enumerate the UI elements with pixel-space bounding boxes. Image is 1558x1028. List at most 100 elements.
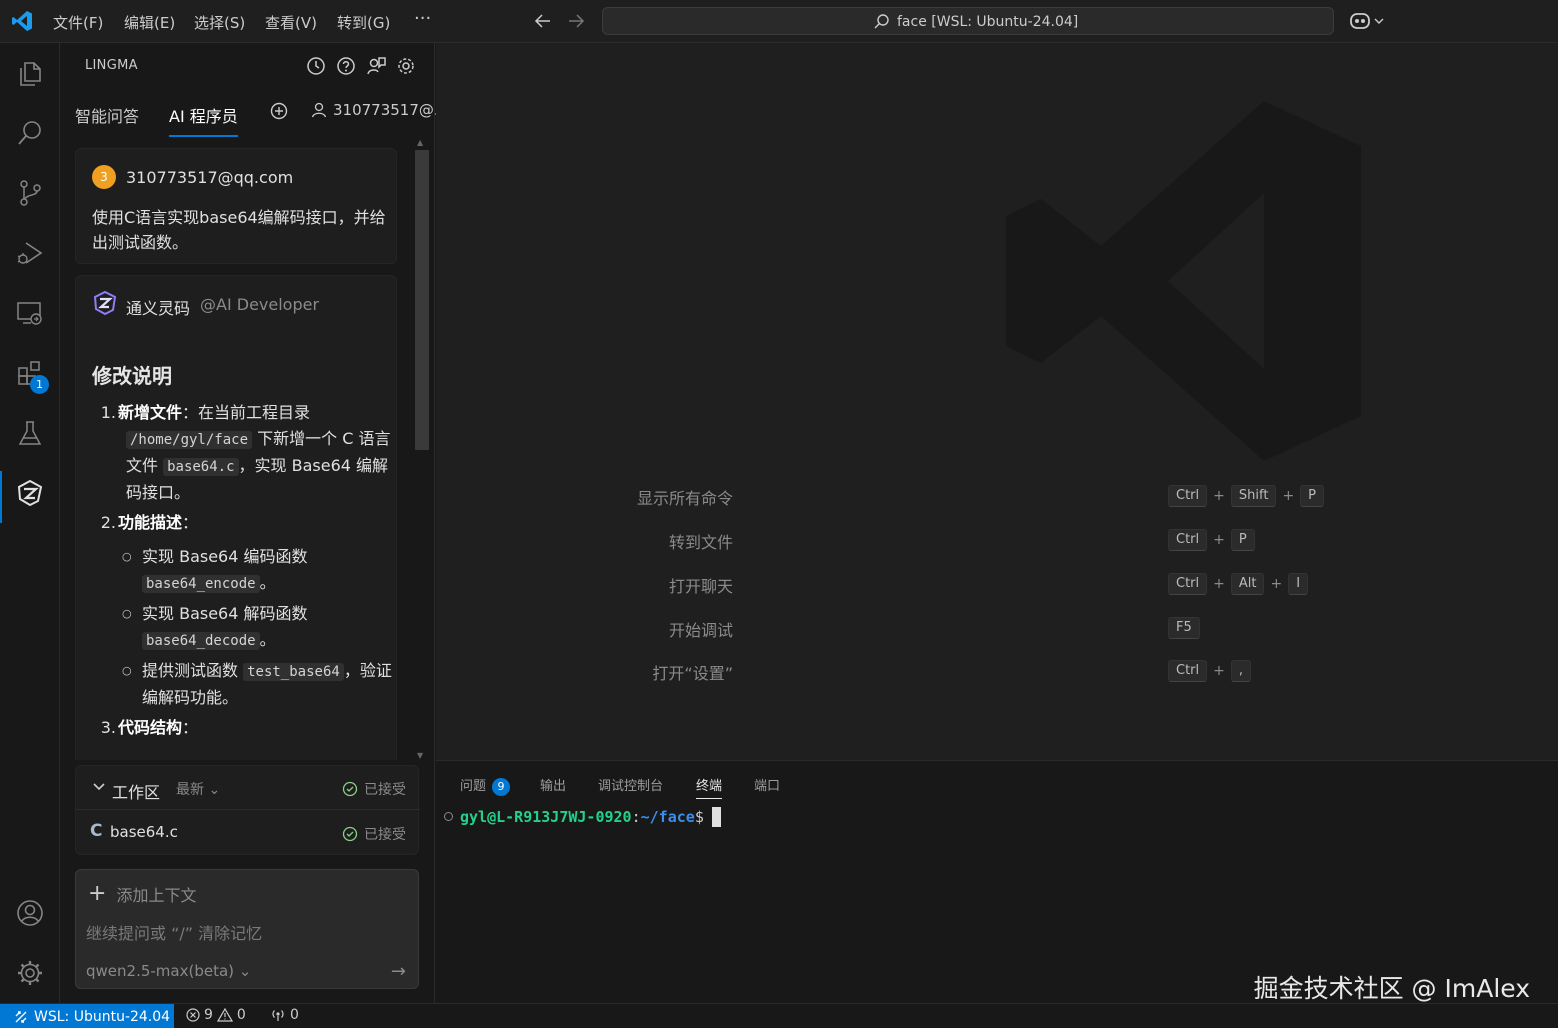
- panel-tab-problems[interactable]: 问题 9: [460, 775, 511, 796]
- vscode-watermark-icon: [1006, 101, 1361, 461]
- explorer-button[interactable]: [0, 46, 60, 102]
- panel-tab-output[interactable]: 输出: [540, 775, 566, 794]
- list-item-text: ：: [182, 718, 199, 737]
- inline-code-function: test_base64: [243, 663, 344, 681]
- status-ports[interactable]: 0: [270, 1007, 299, 1023]
- panel-tab-ports[interactable]: 端口: [754, 775, 780, 794]
- menu-go[interactable]: 转到(G): [337, 12, 390, 33]
- key-plus: +: [1213, 576, 1225, 592]
- history-icon[interactable]: [305, 55, 327, 77]
- send-arrow-icon[interactable]: →: [391, 961, 406, 982]
- keycap: Ctrl: [1168, 660, 1208, 682]
- help-icon[interactable]: [335, 55, 357, 77]
- scroll-up-icon[interactable]: ▲: [417, 138, 423, 147]
- run-debug-icon: [17, 242, 43, 264]
- shortcut-row[interactable]: 开始调试 F5: [436, 617, 1200, 640]
- remote-explorer-icon: [17, 302, 42, 325]
- remote-indicator[interactable]: WSL: Ubuntu-24.04: [0, 1004, 174, 1028]
- key-plus: +: [1282, 488, 1295, 504]
- menu-view[interactable]: 查看(V): [265, 12, 317, 33]
- tab-ai-programmer[interactable]: AI 程序员: [169, 103, 238, 137]
- forward-arrow-icon[interactable]: [565, 9, 587, 33]
- list-item-title: 代码结构: [118, 718, 183, 737]
- key-plus: +: [1213, 532, 1225, 548]
- workspace-header[interactable]: 工作区 最新 ⌄ 已接受: [76, 766, 420, 810]
- tab-label: 问题: [460, 779, 487, 794]
- terminal-decoration-icon: [444, 812, 453, 821]
- list-number: 1.: [100, 403, 116, 422]
- accounts-button[interactable]: [0, 885, 60, 941]
- shortcut-keys: Ctrl + Shift + P: [1168, 485, 1325, 507]
- sub-item-text: 实现 Base64 解码函数: [142, 604, 308, 623]
- tab-smart-qa[interactable]: 智能问答: [75, 103, 139, 135]
- panel-tab-terminal[interactable]: 终端: [696, 775, 723, 799]
- sub-item-text: 实现 Base64 编码函数: [142, 547, 308, 566]
- copilot-icon[interactable]: [1348, 10, 1388, 32]
- sub-list-item: 实现 Base64 解码函数 base64_decode。: [92, 601, 392, 654]
- source-control-icon: [20, 180, 41, 206]
- account-icon: [17, 900, 43, 926]
- keycap: F5: [1168, 617, 1200, 639]
- shortcut-row[interactable]: 打开聊天 Ctrl + Alt + I: [436, 573, 1309, 596]
- terminal-cursor: [711, 807, 721, 827]
- sub-item-end: 。: [259, 573, 276, 592]
- keycap: Ctrl: [1168, 485, 1208, 507]
- extensions-button[interactable]: 1: [0, 345, 60, 401]
- key-plus: +: [1270, 576, 1283, 592]
- add-context-button[interactable]: + 添加上下文: [88, 882, 196, 906]
- shortcut-row[interactable]: 转到文件 Ctrl + P: [436, 529, 1255, 552]
- menu-selection[interactable]: 选择(S): [194, 12, 245, 33]
- remote-explorer-button[interactable]: [0, 285, 60, 341]
- keycap: P: [1230, 529, 1255, 551]
- lingma-button[interactable]: [0, 465, 60, 523]
- key-plus: +: [1213, 488, 1225, 504]
- sub-item-text: 提供测试函数: [142, 661, 244, 680]
- add-session-icon[interactable]: [269, 101, 289, 121]
- scroll-down-icon[interactable]: ▼: [417, 751, 423, 760]
- testing-button[interactable]: [0, 405, 60, 461]
- terminal-prompt[interactable]: gyl@L-R913J7WJ-0920: ~/face $: [460, 807, 721, 827]
- chat-scrollbar[interactable]: ▲ ▼: [414, 138, 429, 760]
- shortcut-row[interactable]: 显示所有命令 Ctrl + Shift + P: [436, 485, 1325, 508]
- feedback-icon[interactable]: [365, 55, 387, 77]
- list-item: 3. 代码结构：: [92, 715, 392, 741]
- list-item-title: 功能描述: [118, 513, 183, 532]
- bottom-panel: 问题 9 输出 调试控制台 终端 端口 gyl@L-R913J7WJ-0920: ~…: [436, 760, 1558, 1003]
- remote-icon: [15, 1010, 27, 1023]
- workspace-latest-dropdown[interactable]: 最新 ⌄: [176, 779, 220, 799]
- status-problems[interactable]: 9 0: [186, 1007, 246, 1023]
- model-select[interactable]: qwen2.5-max(beta) ⌄: [86, 962, 251, 980]
- model-label: qwen2.5-max(beta): [86, 962, 235, 980]
- panel-tab-debug-console[interactable]: 调试控制台: [598, 775, 663, 794]
- run-debug-button[interactable]: [0, 225, 60, 281]
- key-plus: +: [1213, 663, 1225, 679]
- settings-gear-icon[interactable]: [395, 55, 417, 77]
- back-arrow-icon[interactable]: [532, 9, 554, 33]
- keycap: Ctrl: [1168, 529, 1208, 551]
- source-control-button[interactable]: [0, 165, 60, 221]
- command-center-search[interactable]: face [WSL: Ubuntu-24.04]: [602, 7, 1334, 35]
- accepted-status: 已接受: [342, 779, 406, 799]
- manage-button[interactable]: [0, 945, 60, 1001]
- user-account-chip[interactable]: 310773517@...: [311, 101, 448, 119]
- user-message-card: 3 310773517@qq.com 使用C语言实现base64编解码接口，并给…: [75, 148, 397, 264]
- editor-area[interactable]: 显示所有命令 Ctrl + Shift + P 转到文件 Ctrl + P 打开聊天 Ctrl + Alt…: [436, 43, 1558, 760]
- shortcut-row[interactable]: 打开“设置” Ctrl +,: [436, 660, 1252, 683]
- menu-more-button[interactable]: ···: [414, 8, 431, 29]
- inline-code-filename: base64.c: [163, 458, 239, 476]
- watermark-text: 掘金技术社区 @ ImAlex: [1253, 974, 1530, 1003]
- status-bar: WSL: Ubuntu-24.04 9 0 0: [0, 1003, 1558, 1028]
- tongyi-lingma-logo-icon: [93, 290, 117, 316]
- menu-file[interactable]: 文件(F): [53, 12, 103, 33]
- chevron-down-icon[interactable]: [92, 780, 106, 794]
- workspace-file-row[interactable]: C base64.c 已接受: [76, 811, 420, 855]
- search-view-button[interactable]: [0, 105, 60, 161]
- chat-input[interactable]: [86, 918, 406, 948]
- shortcut-keys: F5: [1168, 617, 1200, 639]
- list-item-continuation: /home/gyl/face 下新增一个 C 语言文件 base64.c ，实现 …: [92, 426, 392, 506]
- menu-edit[interactable]: 编辑(E): [124, 12, 175, 33]
- chat-history[interactable]: 3 310773517@qq.com 使用C语言实现base64编解码接口，并给…: [61, 138, 435, 760]
- scrollbar-thumb[interactable]: [415, 150, 429, 450]
- file-name: base64.c: [110, 823, 178, 841]
- keycap: P: [1300, 485, 1325, 507]
